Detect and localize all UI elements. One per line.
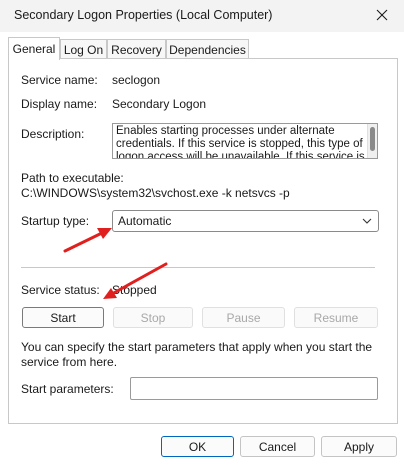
cancel-button[interactable]: Cancel <box>240 436 315 457</box>
tab-dependencies[interactable]: Dependencies <box>166 39 249 59</box>
ok-button[interactable]: OK <box>161 436 234 457</box>
tab-strip: General Log On Recovery Dependencies <box>8 37 398 60</box>
service-status-value: Stopped <box>112 283 157 297</box>
description-text: Enables starting processes under alterna… <box>116 125 365 159</box>
description-label: Description: <box>21 127 85 141</box>
display-name-label: Display name: <box>21 97 98 111</box>
tab-general[interactable]: General <box>8 37 60 60</box>
startup-type-dropdown[interactable]: Automatic <box>112 210 379 232</box>
service-status-label: Service status: <box>21 283 100 297</box>
scrollbar-thumb[interactable] <box>370 127 375 151</box>
tab-log-on[interactable]: Log On <box>60 39 107 59</box>
start-parameters-hint: You can specify the start parameters tha… <box>21 340 373 369</box>
window-title: Secondary Logon Properties (Local Comput… <box>14 8 273 22</box>
start-button[interactable]: Start <box>22 307 104 328</box>
stop-button[interactable]: Stop <box>113 307 193 328</box>
display-name-value: Secondary Logon <box>112 97 207 111</box>
title-bar: Secondary Logon Properties (Local Comput… <box>0 0 404 32</box>
tab-recovery[interactable]: Recovery <box>107 39 166 59</box>
path-value: C:\WINDOWS\system32\svchost.exe -k netsv… <box>21 186 290 200</box>
resume-button[interactable]: Resume <box>294 307 378 328</box>
separator <box>21 267 375 268</box>
description-box[interactable]: Enables starting processes under alterna… <box>112 123 378 159</box>
startup-type-label: Startup type: <box>21 214 90 228</box>
close-icon <box>376 9 388 21</box>
chevron-down-icon <box>362 218 372 224</box>
start-parameters-label: Start parameters: <box>21 382 114 396</box>
general-panel: Service name: seclogon Display name: Sec… <box>8 58 398 424</box>
apply-button[interactable]: Apply <box>321 436 397 457</box>
pause-button[interactable]: Pause <box>202 307 285 328</box>
start-parameters-input[interactable] <box>130 377 378 400</box>
service-name-value: seclogon <box>112 73 161 87</box>
close-button[interactable] <box>360 0 404 30</box>
service-name-label: Service name: <box>21 73 98 87</box>
startup-type-value: Automatic <box>118 214 172 228</box>
description-scrollbar[interactable] <box>367 124 377 158</box>
path-label: Path to executable: <box>21 171 124 185</box>
